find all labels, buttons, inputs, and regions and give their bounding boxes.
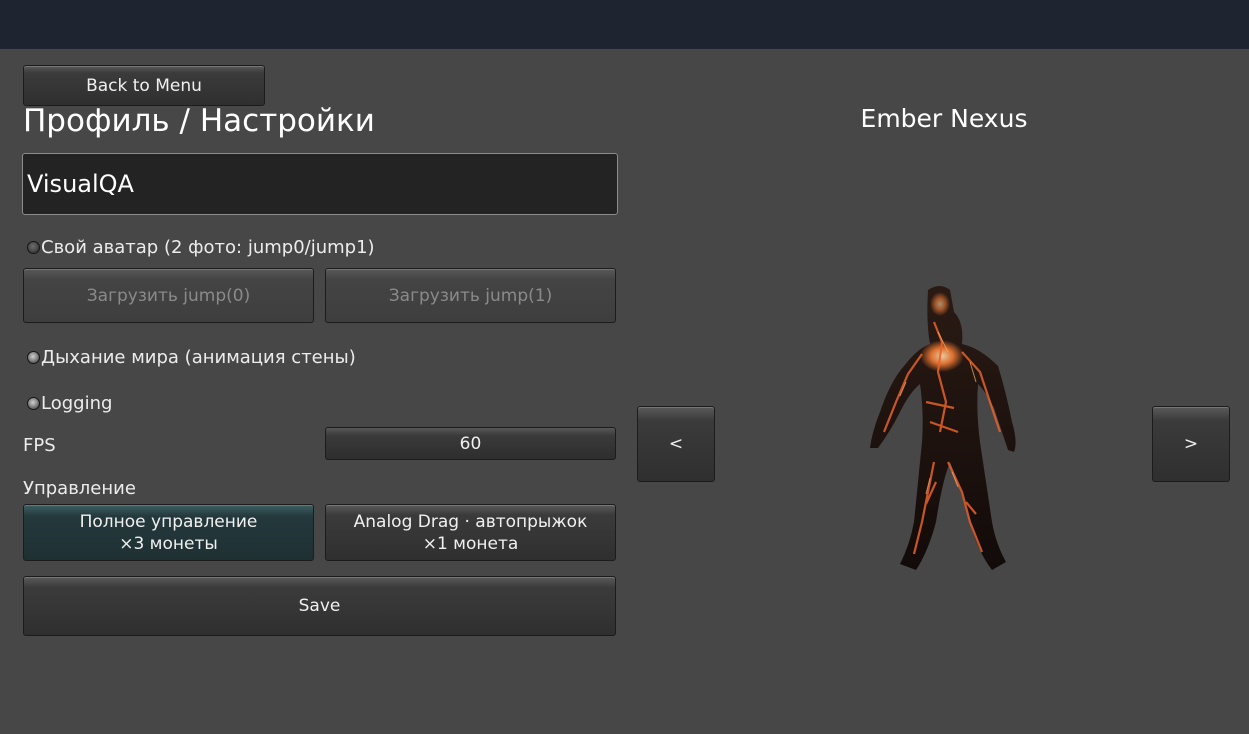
page-title: Профиль / Настройки [23,103,375,139]
controls-label: Управление [23,478,136,499]
next-character-button[interactable]: > [1152,406,1230,482]
control-option-cost: ×3 монеты [119,533,218,554]
character-body [870,286,1016,570]
radio-icon [27,397,40,410]
logging-label: Logging [41,393,113,414]
radio-icon [27,241,40,254]
fps-label: FPS [23,435,56,456]
world-breath-label: Дыхание мира (анимация стены) [41,347,356,368]
save-button[interactable]: Save [23,576,616,636]
player-name-input[interactable]: VisualQA [22,153,618,215]
fps-field[interactable]: 60 [325,427,616,460]
control-option-title: Analog Drag · автопрыжок [353,511,588,532]
top-bar [0,0,1249,49]
character-preview-image [870,286,1016,570]
custom-avatar-label: Свой аватар (2 фото: jump0/jump1) [41,237,375,258]
character-name: Ember Nexus [860,104,1028,133]
control-option-cost: ×1 монета [422,533,519,554]
control-option-title: Полное управление [79,511,258,532]
prev-character-button[interactable]: < [637,406,715,482]
back-to-menu-button[interactable]: Back to Menu [23,65,265,106]
control-option-analog[interactable]: Analog Drag · автопрыжок ×1 монета [325,504,616,561]
upload-jump1-button[interactable]: Загрузить jump(1) [325,268,616,323]
control-option-full[interactable]: Полное управление ×3 монеты [23,504,314,561]
custom-avatar-toggle[interactable]: Свой аватар (2 фото: jump0/jump1) [27,237,375,258]
logging-toggle[interactable]: Logging [27,393,112,414]
radio-icon [27,351,40,364]
world-breath-toggle[interactable]: Дыхание мира (анимация стены) [27,347,356,368]
upload-jump0-button[interactable]: Загрузить jump(0) [23,268,314,323]
